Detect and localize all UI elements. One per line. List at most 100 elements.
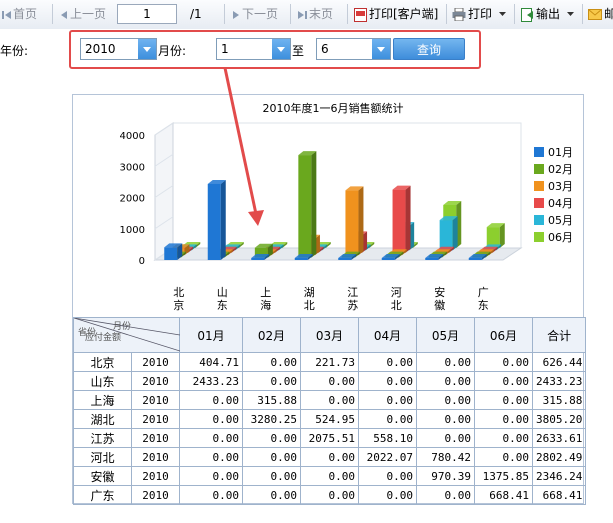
- prev-page-icon: [61, 10, 67, 19]
- year-cell: 2010: [131, 371, 180, 391]
- amount-cell: 221.73: [300, 352, 359, 372]
- total-cell: 2633.61: [531, 428, 587, 448]
- dropdown-arrow-icon: [566, 12, 574, 16]
- print-client-button[interactable]: 打印[客户端]: [354, 6, 438, 23]
- bar-front: [381, 258, 395, 260]
- page-number-input[interactable]: [117, 4, 177, 24]
- x-category-label: 北: [391, 299, 402, 312]
- next-page-label: 下一页: [242, 7, 279, 21]
- year-cell: 2010: [131, 485, 180, 505]
- year-cell: 2010: [131, 409, 180, 429]
- amount-cell: 0.00: [242, 447, 301, 467]
- legend-swatch: [534, 215, 544, 225]
- amount-cell: 0.00: [358, 352, 417, 372]
- report-toolbar: 首页 上一页 /1 下一页 末页 打印[客户端] 打印 输出 邮: [0, 0, 613, 30]
- amount-cell: 0.00: [416, 428, 475, 448]
- amount-cell: 0.00: [358, 485, 417, 505]
- next-page-button[interactable]: 下一页: [232, 6, 278, 23]
- x-category-label: 东: [478, 299, 489, 312]
- amount-cell: 970.39: [416, 466, 475, 486]
- x-category-label: 广: [478, 286, 489, 299]
- arrow-line: [223, 67, 258, 215]
- year-cell: 2010: [131, 352, 180, 372]
- amount-cell: 2075.51: [300, 428, 359, 448]
- x-category-label: 北: [173, 286, 184, 299]
- bar-front: [164, 247, 178, 260]
- amount-cell: 0.00: [474, 352, 533, 372]
- table-row: 安徽 2010 0.00 0.00 0.00 0.00 970.39 1375.85 2346.…: [73, 466, 587, 486]
- province-cell: 安徽: [73, 466, 132, 486]
- bar-front: [298, 155, 312, 258]
- amount-cell: 0.00: [179, 409, 243, 429]
- amount-cell: 0.00: [300, 371, 359, 391]
- x-category-label: 京: [173, 298, 184, 312]
- total-cell: 2346.24: [531, 466, 587, 486]
- legend-swatch: [534, 181, 544, 191]
- y-tick-label: 2000: [120, 194, 145, 205]
- amount-cell: 0.00: [242, 485, 301, 505]
- table-row: 上海 2010 0.00 315.88 0.00 0.00 0.00 0.00 315.88: [73, 390, 587, 410]
- x-category-label: 江: [347, 286, 358, 299]
- sales-table: 月份 应付金额 省份 01月 02月 03月 04月 05月 06月 合计 北京…: [73, 317, 587, 505]
- table-row: 河北 2010 0.00 0.00 0.00 2022.07 780.42 0.00 2802.…: [73, 447, 587, 467]
- bar-side: [499, 223, 505, 248]
- legend-label: 05月: [548, 214, 573, 227]
- mail-button[interactable]: 邮: [588, 6, 613, 23]
- total-cell: 626.44: [531, 352, 587, 372]
- chart-legend: 01月 02月 03月 04月 05月 06月: [534, 146, 573, 244]
- bar-side: [405, 185, 411, 253]
- amount-cell: 0.00: [358, 466, 417, 486]
- table-row: 北京 2010 404.71 0.00 221.73 0.00 0.00 0.00 626.44: [73, 352, 587, 372]
- divider: [224, 4, 225, 24]
- province-axis-label: 省份: [78, 328, 97, 338]
- export-button[interactable]: 输出: [521, 6, 576, 23]
- legend-label: 02月: [548, 163, 573, 176]
- print-button[interactable]: 打印: [452, 6, 508, 23]
- legend-swatch: [534, 164, 544, 174]
- prev-page-label: 上一页: [70, 7, 107, 21]
- amount-cell: 780.42: [416, 447, 475, 467]
- total-cell: 2433.23: [531, 371, 587, 391]
- bar-front: [338, 258, 352, 260]
- amount-cell: 0.00: [179, 466, 243, 486]
- amount-cell: 0.00: [358, 390, 417, 410]
- amount-cell: 0.00: [416, 409, 475, 429]
- total-cell: 668.41: [531, 485, 587, 505]
- amount-cell: 0.00: [179, 485, 243, 505]
- last-page-button[interactable]: 末页: [298, 6, 333, 23]
- divider: [514, 4, 515, 24]
- amount-cell: 0.00: [179, 390, 243, 410]
- annotation-arrow: [223, 67, 264, 226]
- dropdown-arrow-icon: [498, 12, 506, 16]
- prev-page-button[interactable]: 上一页: [60, 6, 106, 23]
- amount-cell: 0.00: [242, 428, 301, 448]
- province-cell: 河北: [73, 447, 132, 467]
- amount-cell: 3280.25: [242, 409, 301, 429]
- amount-cell: 0.00: [242, 352, 301, 372]
- table-row: 广东 2010 0.00 0.00 0.00 0.00 0.00 668.41 668.41: [73, 485, 587, 505]
- total-cell: 2802.49: [531, 447, 587, 467]
- year-label: 年份:: [0, 44, 29, 58]
- x-category-label: 上: [260, 286, 271, 299]
- column-header: 02月: [242, 317, 301, 353]
- legend-swatch: [534, 198, 544, 208]
- amount-cell: 0.00: [300, 466, 359, 486]
- table-header-row: 月份 应付金额 省份 01月 02月 03月 04月 05月 06月 合计: [73, 317, 587, 353]
- x-category-label: 北: [304, 299, 315, 312]
- amount-cell: 0.00: [242, 466, 301, 486]
- amount-cell: 0.00: [474, 390, 533, 410]
- first-page-button[interactable]: 首页: [2, 6, 37, 23]
- first-page-icon: [2, 10, 11, 19]
- x-category-label: 东: [217, 299, 228, 312]
- bar-front: [468, 258, 482, 260]
- amount-cell: 0.00: [179, 428, 243, 448]
- x-category-label: 苏: [347, 299, 358, 312]
- divider: [52, 4, 53, 24]
- table-body: 北京 2010 404.71 0.00 221.73 0.00 0.00 0.00 626.44…: [73, 352, 587, 505]
- amount-cell: 1375.85: [474, 466, 533, 486]
- x-category-label: 安: [434, 285, 445, 299]
- column-header: 03月: [300, 317, 359, 353]
- divider: [582, 4, 583, 24]
- print-client-label: 打印[客户端]: [369, 7, 439, 21]
- amount-cell: 524.95: [300, 409, 359, 429]
